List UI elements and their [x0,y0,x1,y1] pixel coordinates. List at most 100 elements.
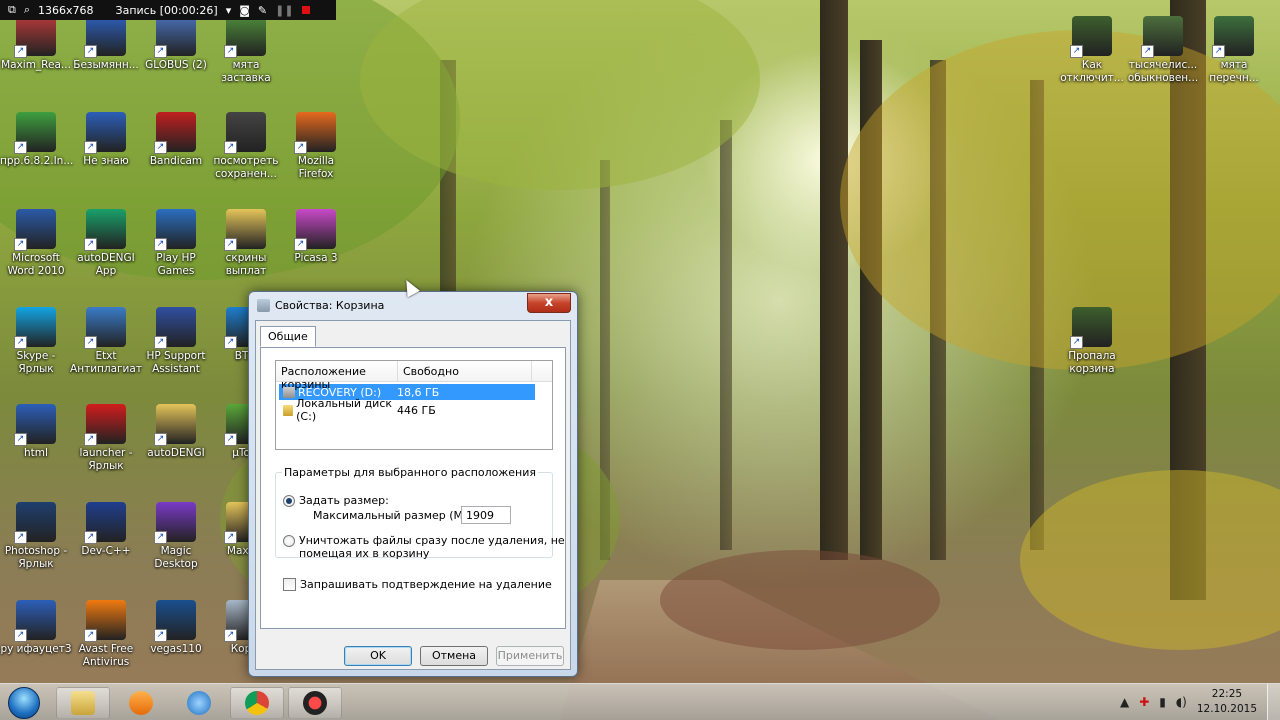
clock-time: 22:25 [1211,688,1243,700]
radio-delete-line1: Уничтожать файлы сразу после удаления, н… [299,534,565,547]
taskbar-internet-explorer[interactable] [172,687,226,719]
desktop-icon[interactable]: ↗ autoDENGI [140,404,212,460]
vegas-icon: ↗ [154,600,196,642]
desktop-icon[interactable]: ↗ Avast Free Antivirus [70,600,142,669]
desktop-icon[interactable]: ↗ мята заставка [210,16,282,85]
chrome-icon [245,691,269,715]
desktop-icon[interactable]: ↗ Play HP Games [140,209,212,278]
desktop-icon-label: ру ифауцет3 [0,643,72,655]
desktop-icon[interactable]: ↗ Magic Desktop [140,502,212,571]
desktop-icon-label: посмотреть сохранен... [213,155,279,180]
taskbar-media-player[interactable] [114,687,168,719]
shortcut-arrow-icon: ↗ [84,629,97,642]
word-doc-icon: ↗ [84,112,126,154]
shortcut-arrow-icon: ↗ [224,238,237,251]
desktop-icon-label: Photoshop - Ярлык [4,545,68,570]
radio-delete-immediately[interactable]: Уничтожать файлы сразу после удаления, н… [283,534,565,560]
desktop-icon[interactable]: ↗ мята перечн... [1198,16,1270,85]
desktop-icon[interactable]: ↗ launcher - Ярлык [70,404,142,473]
desktop-icon[interactable]: ↗ autoDENGI App [70,209,142,278]
taskbar-bandicam[interactable] [288,687,342,719]
taskbar-chrome[interactable] [230,687,284,719]
confirm-delete-checkbox[interactable]: Запрашивать подтверждение на удаление [283,578,552,591]
shortcut-arrow-icon: ↗ [14,141,27,154]
close-button[interactable]: x [527,293,571,313]
column-header-free[interactable]: Свободно [398,361,532,381]
network-icon[interactable]: ▮ [1159,695,1166,709]
stop-icon[interactable] [301,4,310,17]
desktop-icon[interactable]: ↗ прр.6.8.2.In... [0,112,73,168]
recorder-resolution: 1366x768 [38,3,94,17]
radio-button[interactable] [283,535,295,547]
search-icon[interactable]: ⌕ [24,3,30,17]
video-icon: ↗ [1070,307,1112,349]
radio-button[interactable] [283,495,295,507]
pencil-icon[interactable]: ✎ [258,4,267,17]
pause-icon[interactable]: ❚❚ [275,4,293,17]
desktop-icon[interactable]: ↗ Dev-C++ [70,502,142,558]
column-header-location[interactable]: Расположение корзины [276,361,398,391]
desktop-icon[interactable]: ↗ Не знаю [70,112,142,168]
shortcut-arrow-icon: ↗ [224,141,237,154]
desktop-icon[interactable]: ↗ Maxim_Rea... [0,16,72,72]
desktop-icon-label: Maxim_Rea... [1,59,71,71]
show-hidden-icons-icon[interactable]: ▲ [1120,695,1129,709]
desktop-icon[interactable]: ↗ Picasa 3 [280,209,352,265]
apply-button[interactable]: Применить [496,646,564,666]
taskbar-explorer[interactable] [56,687,110,719]
shortcut-arrow-icon: ↗ [84,433,97,446]
desktop-icon[interactable]: ↗ Etxt Антиплагиат [70,307,142,376]
cancel-button[interactable]: Отмена [420,646,488,666]
desktop-icon-label: Play HP Games [156,252,196,277]
desktop-icon[interactable]: ↗ Photoshop - Ярлык [0,502,72,571]
show-desktop-button[interactable] [1267,684,1280,720]
start-button[interactable] [4,686,44,719]
video-icon: ↗ [1070,16,1112,58]
desktop-icon[interactable]: ↗ скрины выплат [210,209,282,278]
list-item[interactable]: Локальный диск (C:) 446 ГБ [279,397,552,423]
clock-date: 12.10.2015 [1196,703,1257,715]
radio-delete-line2: помещая их в корзину [299,547,430,560]
ok-button[interactable]: OK [344,646,412,666]
video-icon: ↗ [224,112,266,154]
autodengi-icon: ↗ [84,209,126,251]
shortcut-arrow-icon: ↗ [14,531,27,544]
shortcut-arrow-icon: ↗ [224,629,237,642]
desktop-icon-label: Не знаю [83,155,129,167]
desktop-icon[interactable]: ↗ посмотреть сохранен... [210,112,282,181]
max-size-label: Максимальный размер (МБ): [313,509,479,522]
desktop-icon[interactable]: ↗ Как отключит... [1056,16,1128,85]
chevron-down-icon[interactable]: ▾ [226,4,232,17]
desktop-icon[interactable]: ↗ ру ифауцет3 [0,600,72,656]
location-list[interactable]: Расположение корзины Свободно RECOVERY (… [275,360,553,450]
desktop-icon[interactable]: ↗ Microsoft Word 2010 [0,209,72,278]
desktop-icon[interactable]: ↗ Skype - Ярлык [0,307,72,376]
desktop-icon[interactable]: ↗ тысячелис... обыкновен... [1127,16,1199,85]
desktop-icon[interactable]: ↗ vegas110 [140,600,212,656]
clock[interactable]: 22:25 12.10.2015 [1197,687,1257,717]
radio-custom-size[interactable]: Задать размер: [283,494,389,507]
photoshop-icon: ↗ [14,502,56,544]
location-name: Локальный диск (C:) [296,397,393,423]
desktop-icon[interactable]: ↗ Bandicam [140,112,212,168]
volume-icon[interactable]: ◖) [1176,695,1187,709]
shortcut-arrow-icon: ↗ [224,531,237,544]
shortcut-arrow-icon: ↗ [14,433,27,446]
drive-icon [283,404,294,416]
desktop-icon[interactable]: ↗ GLOBUS (2) [140,16,212,72]
desktop-icon[interactable]: ↗ Mozilla Firefox [280,112,352,181]
desktop-icon-label: мята перечн... [1209,59,1259,84]
desktop-icon[interactable]: ↗ html [0,404,72,460]
desktop-icon[interactable]: ↗ Пропала корзина [1056,307,1128,376]
max-size-input[interactable]: 1909 [461,506,511,524]
tab-general[interactable]: Общие [260,326,316,347]
checkbox[interactable] [283,578,296,591]
media-player-icon [129,691,153,715]
camera-icon[interactable]: ◙ [239,4,250,17]
shortcut-arrow-icon: ↗ [84,336,97,349]
desktop-icon[interactable]: ↗ Безымянн... [70,16,142,72]
shortcut-arrow-icon: ↗ [224,336,237,349]
window-icon[interactable]: ⧉ [8,3,16,17]
antivirus-tray-icon[interactable]: ✚ [1139,695,1149,709]
desktop-icon[interactable]: ↗ HP Support Assistant [140,307,212,376]
